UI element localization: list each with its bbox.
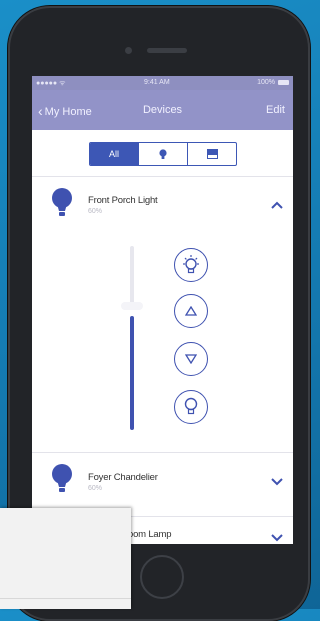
- battery-icon: [278, 80, 289, 85]
- bulb-icon: [159, 148, 167, 159]
- card-divider: [0, 598, 131, 599]
- device-name[interactable]: oom Lamp: [128, 529, 171, 540]
- home-button[interactable]: [140, 555, 184, 599]
- carrier-signal: ●●●●● ᯤ: [36, 80, 66, 87]
- filter-lights-segment[interactable]: [138, 143, 187, 165]
- chevron-down-icon[interactable]: [270, 476, 284, 486]
- bulb-on-icon: [183, 255, 199, 274]
- status-bar: ●●●●● ᯤ 9:41 AM 100%: [32, 76, 293, 90]
- device-name[interactable]: Front Porch Light: [88, 195, 158, 206]
- overlay-card: [0, 508, 131, 609]
- battery-percent: 100%: [257, 79, 275, 86]
- chevron-down-icon[interactable]: [270, 532, 284, 542]
- screen: ●●●●● ᯤ 9:41 AM 100% ‹ My Home Devices Ed…: [32, 76, 293, 544]
- brightness-track-empty: [130, 246, 134, 306]
- status-time: 9:41 AM: [144, 79, 170, 86]
- brightness-track-fill: [130, 316, 134, 430]
- brightness-slider-handle[interactable]: [121, 302, 143, 310]
- triangle-down-icon: [185, 354, 197, 364]
- bulb-icon: [52, 464, 72, 492]
- light-off-button[interactable]: [174, 390, 208, 424]
- filter-all-segment[interactable]: All: [90, 143, 138, 165]
- filter-shades-segment[interactable]: [187, 143, 236, 165]
- device-status: 60%: [88, 485, 103, 492]
- bulb-icon: [52, 188, 72, 216]
- camera-dot: [125, 47, 132, 54]
- earpiece: [147, 48, 187, 53]
- light-on-button[interactable]: [174, 248, 208, 282]
- filter-all-label: All: [108, 149, 119, 159]
- device-filter-segmented-control: All: [89, 142, 237, 166]
- device-status: 60%: [88, 208, 103, 215]
- device-name[interactable]: Foyer Chandelier: [88, 472, 158, 483]
- device-divider: [32, 452, 293, 453]
- section-divider: [32, 176, 293, 177]
- brightness-down-button[interactable]: [174, 342, 208, 376]
- blind-icon: [206, 149, 218, 159]
- brightness-up-button[interactable]: [174, 294, 208, 328]
- bulb-off-icon: [184, 397, 198, 415]
- triangle-up-icon: [185, 306, 197, 316]
- page-title: Devices: [142, 104, 183, 116]
- nav-bar: ‹ My Home Devices Edit: [32, 90, 293, 130]
- chevron-up-icon[interactable]: [270, 200, 284, 210]
- edit-button[interactable]: Edit: [266, 104, 285, 116]
